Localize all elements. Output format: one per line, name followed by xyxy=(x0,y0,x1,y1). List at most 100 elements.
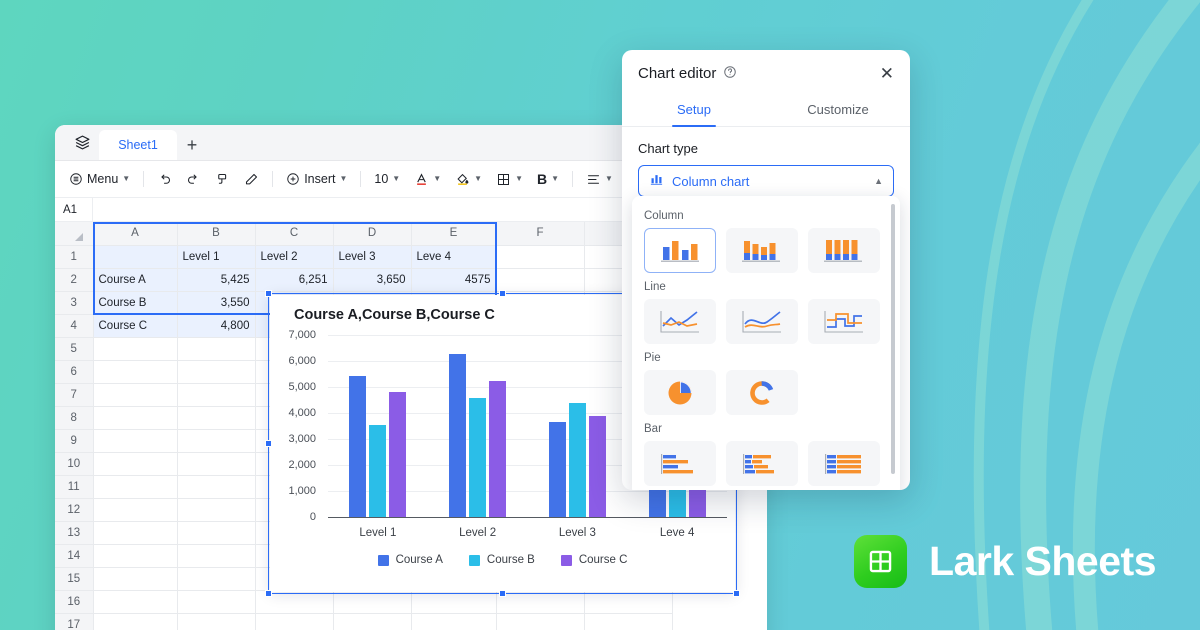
font-size-selector[interactable]: 10 ▼ xyxy=(368,166,406,192)
cell-a10[interactable] xyxy=(93,452,178,476)
cell-f1[interactable] xyxy=(496,245,585,269)
chart-bar[interactable] xyxy=(469,397,487,517)
cell-e2[interactable]: 4575 xyxy=(411,268,497,292)
cell-b11[interactable] xyxy=(177,475,256,499)
row-header-8[interactable]: 8 xyxy=(55,406,94,430)
cell-b9[interactable] xyxy=(177,429,256,453)
row-header-16[interactable]: 16 xyxy=(55,590,94,614)
select-all-corner[interactable] xyxy=(55,222,94,246)
close-icon[interactable]: ✕ xyxy=(880,65,894,82)
tile-bar-100-stacked[interactable] xyxy=(808,441,880,486)
cell-a12[interactable] xyxy=(93,498,178,522)
name-box[interactable]: A1 xyxy=(55,198,93,221)
cell-a9[interactable] xyxy=(93,429,178,453)
tile-column-100-stacked[interactable] xyxy=(808,228,880,273)
row-header-1[interactable]: 1 xyxy=(55,245,94,269)
cell-a4[interactable]: Course C xyxy=(93,314,178,338)
cell-a11[interactable] xyxy=(93,475,178,499)
cell-a1[interactable] xyxy=(93,245,178,269)
cell-a15[interactable] xyxy=(93,567,178,591)
cell-g17[interactable] xyxy=(584,613,673,630)
row-header-2[interactable]: 2 xyxy=(55,268,94,292)
tile-donut[interactable] xyxy=(726,370,798,415)
tile-bar-stacked[interactable] xyxy=(726,441,798,486)
cell-c1[interactable]: Level 2 xyxy=(255,245,334,269)
row-header-7[interactable]: 7 xyxy=(55,383,94,407)
row-header-14[interactable]: 14 xyxy=(55,544,94,568)
cell-a13[interactable] xyxy=(93,521,178,545)
chart-type-select[interactable]: Column chart ▲ xyxy=(638,165,894,197)
cell-b4[interactable]: 4,800 xyxy=(177,314,256,338)
cell-a7[interactable] xyxy=(93,383,178,407)
cell-d16[interactable] xyxy=(333,590,412,614)
tile-column-stacked[interactable] xyxy=(726,228,798,273)
cell-b14[interactable] xyxy=(177,544,256,568)
cell-b12[interactable] xyxy=(177,498,256,522)
cell-c17[interactable] xyxy=(255,613,334,630)
sheets-stack-icon[interactable] xyxy=(65,125,99,160)
format-painter-button[interactable] xyxy=(209,166,236,192)
row-header-12[interactable]: 12 xyxy=(55,498,94,522)
cell-c2[interactable]: 6,251 xyxy=(255,268,334,292)
column-header-b[interactable]: B xyxy=(177,222,256,246)
column-header-d[interactable]: D xyxy=(333,222,412,246)
row-header-17[interactable]: 17 xyxy=(55,613,94,630)
cell-d2[interactable]: 3,650 xyxy=(333,268,412,292)
row-header-10[interactable]: 10 xyxy=(55,452,94,476)
column-header-e[interactable]: E xyxy=(411,222,497,246)
chart-bar[interactable] xyxy=(349,375,367,517)
row-header-13[interactable]: 13 xyxy=(55,521,94,545)
cell-b1[interactable]: Level 1 xyxy=(177,245,256,269)
cell-a16[interactable] xyxy=(93,590,178,614)
chart-bar[interactable] xyxy=(449,354,467,517)
cell-e17[interactable] xyxy=(411,613,497,630)
undo-button[interactable] xyxy=(151,166,178,192)
add-sheet-button[interactable]: + xyxy=(177,130,207,160)
menu-button[interactable]: Menu ▼ xyxy=(63,166,136,192)
cell-b6[interactable] xyxy=(177,360,256,384)
borders-button[interactable]: ▼ xyxy=(490,166,529,192)
bold-button[interactable]: B ▼ xyxy=(531,166,565,192)
cell-a17[interactable] xyxy=(93,613,178,630)
cell-f2[interactable] xyxy=(496,268,585,292)
row-header-4[interactable]: 4 xyxy=(55,314,94,338)
chart-bar[interactable] xyxy=(568,402,586,517)
chart-bar[interactable] xyxy=(369,424,387,517)
tab-customize[interactable]: Customize xyxy=(766,96,910,126)
tile-bar-clustered[interactable] xyxy=(644,441,716,486)
sheet-tab-sheet1[interactable]: Sheet1 xyxy=(99,130,177,160)
tile-line[interactable] xyxy=(644,299,716,344)
chart-bar[interactable] xyxy=(588,416,606,517)
cell-a5[interactable] xyxy=(93,337,178,361)
tile-pie[interactable] xyxy=(644,370,716,415)
cell-e1[interactable]: Leve 4 xyxy=(411,245,497,269)
legend-item-course-c[interactable]: Course C xyxy=(560,554,627,566)
cell-b10[interactable] xyxy=(177,452,256,476)
tile-line-step[interactable] xyxy=(808,299,880,344)
column-header-f[interactable]: F xyxy=(496,222,585,246)
dropdown-scrollbar[interactable] xyxy=(891,204,895,474)
column-header-a[interactable]: A xyxy=(93,222,178,246)
redo-button[interactable] xyxy=(180,166,207,192)
fill-color-button[interactable]: ▼ xyxy=(449,166,488,192)
align-button[interactable]: ▼ xyxy=(580,166,619,192)
cell-b2[interactable]: 5,425 xyxy=(177,268,256,292)
cell-f17[interactable] xyxy=(496,613,585,630)
cell-e16[interactable] xyxy=(411,590,497,614)
cell-b7[interactable] xyxy=(177,383,256,407)
cell-f16[interactable] xyxy=(496,590,585,614)
row-header-6[interactable]: 6 xyxy=(55,360,94,384)
text-color-button[interactable]: ▼ xyxy=(408,166,447,192)
cell-a14[interactable] xyxy=(93,544,178,568)
cell-g16[interactable] xyxy=(584,590,673,614)
row-header-5[interactable]: 5 xyxy=(55,337,94,361)
chart-bar[interactable] xyxy=(548,422,566,517)
cell-a2[interactable]: Course A xyxy=(93,268,178,292)
chart-bar[interactable] xyxy=(489,380,507,517)
insert-button[interactable]: Insert ▼ xyxy=(280,166,353,192)
cell-d1[interactable]: Level 3 xyxy=(333,245,412,269)
column-header-c[interactable]: C xyxy=(255,222,334,246)
cell-a3[interactable]: Course B xyxy=(93,291,178,315)
row-header-15[interactable]: 15 xyxy=(55,567,94,591)
cell-b5[interactable] xyxy=(177,337,256,361)
